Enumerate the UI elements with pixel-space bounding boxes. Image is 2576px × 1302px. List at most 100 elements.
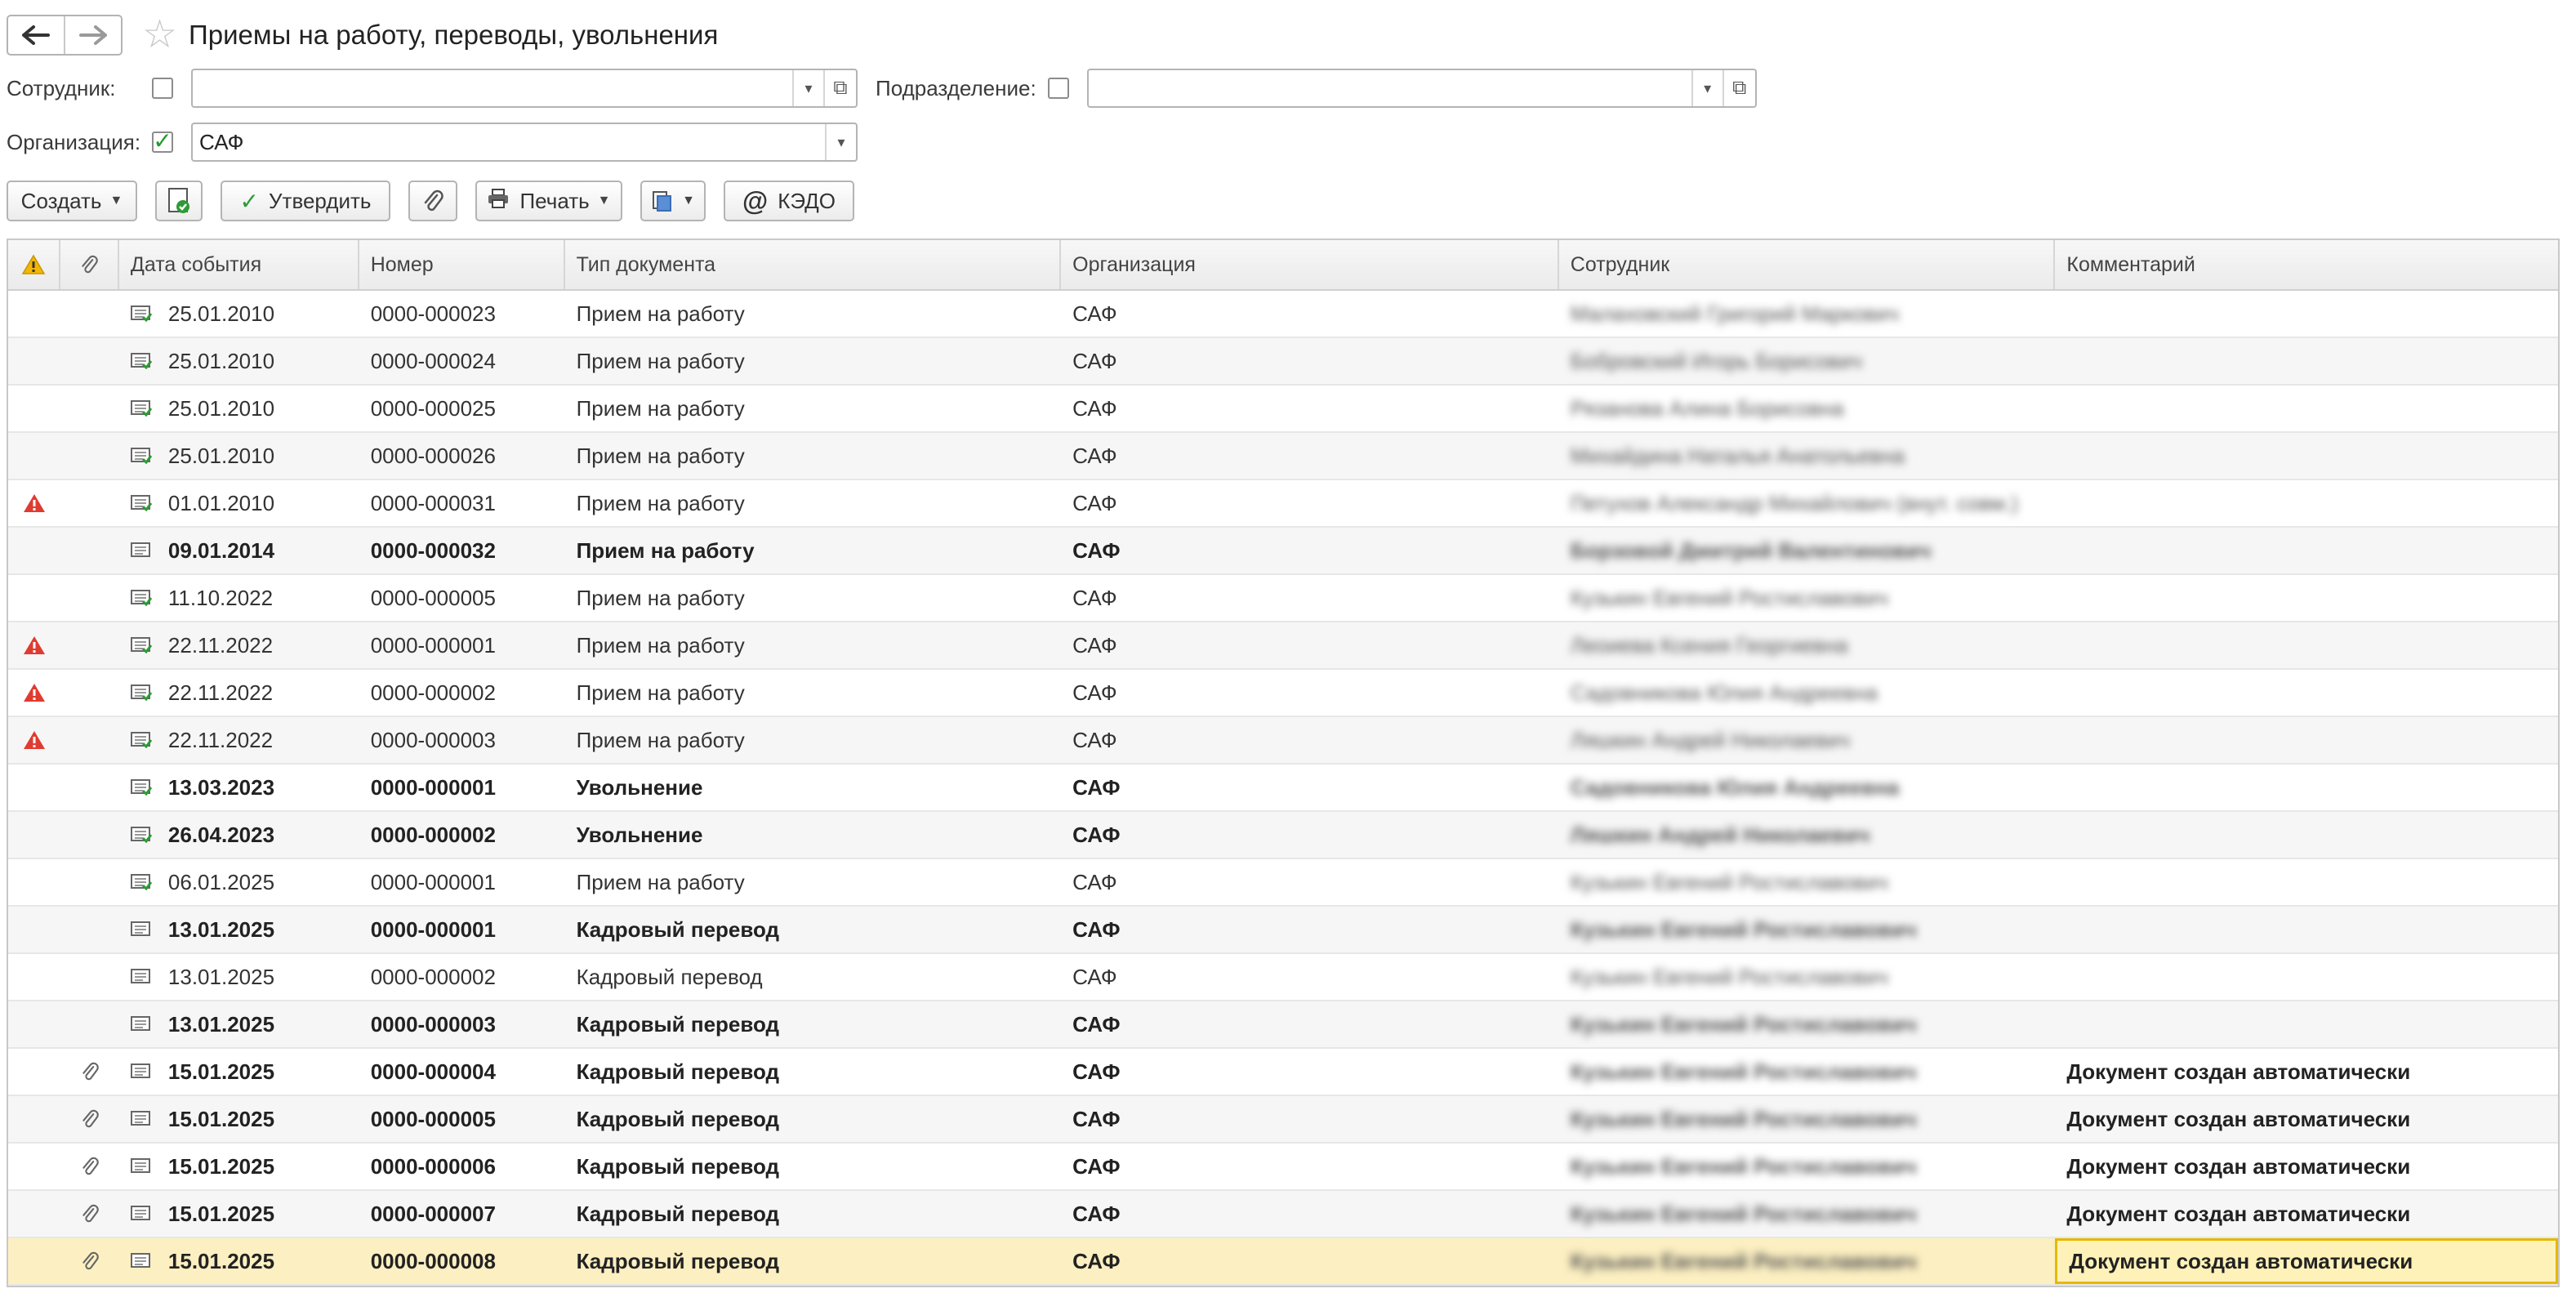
- department-checkbox[interactable]: [1047, 78, 1069, 99]
- forward-button[interactable]: [65, 16, 121, 54]
- organization-field[interactable]: САФ ▾: [191, 123, 858, 162]
- table-row[interactable]: 06.01.2025 0000-000001 Прием на работу САФ К…: [8, 859, 2558, 907]
- table-row[interactable]: 01.01.2010 0000-000031 Прием на работу САФ П…: [8, 480, 2558, 528]
- table-row[interactable]: 15.01.2025 0000-000006 Кадровый перевод САФ…: [8, 1144, 2558, 1191]
- warning-cell: [8, 433, 60, 479]
- kedo-button-label: КЭДО: [778, 188, 836, 213]
- employee-cell: Рязанова Алина Борисовна: [1559, 386, 2056, 431]
- table-row[interactable]: 22.11.2022 0000-000001 Прием на работу САФ Л…: [8, 622, 2558, 670]
- attachment-column-header[interactable]: [60, 240, 119, 289]
- table-row[interactable]: 22.11.2022 0000-000002 Прием на работу САФ С…: [8, 670, 2558, 717]
- employee-cell: Ляшкин Андрей Николаевич: [1559, 717, 2056, 763]
- number-cell: 0000-000001: [370, 916, 496, 942]
- paperclip-icon: [424, 190, 443, 212]
- organization-cell: САФ: [1072, 585, 1117, 610]
- filter-row-organization: Организация: САФ ▾: [7, 123, 858, 162]
- column-header-date[interactable]: Дата события: [119, 240, 359, 289]
- date-cell: 09.01.2014: [119, 528, 359, 573]
- table-row[interactable]: 15.01.2025 0000-000004 Кадровый перевод САФ…: [8, 1049, 2558, 1096]
- doc-type-cell: Прием на работу: [576, 869, 745, 894]
- date-text: 15.01.2025: [167, 1201, 275, 1226]
- table-row[interactable]: 25.01.2010 0000-000026 Прием на работу САФ М…: [8, 433, 2558, 480]
- create-button-label: Создать: [20, 188, 102, 213]
- number-cell: 0000-000007: [370, 1201, 496, 1226]
- table-row[interactable]: 13.01.2025 0000-000003 Кадровый перевод САФ…: [8, 1001, 2558, 1049]
- table-body: 25.01.2010 0000-000023 Прием на работу САФ М…: [8, 291, 2558, 1286]
- attach-button[interactable]: [408, 181, 457, 221]
- warning-column-header[interactable]: [8, 240, 60, 289]
- organization-value[interactable]: САФ: [193, 124, 825, 160]
- post-button[interactable]: [155, 181, 203, 221]
- approve-button[interactable]: ✓ Утвердить: [221, 181, 390, 221]
- checkmark-icon: ✓: [239, 188, 260, 214]
- number-cell: 0000-000004: [370, 1059, 496, 1084]
- kedo-button[interactable]: @ КЭДО: [724, 181, 854, 221]
- print-button[interactable]: Печать ▼: [475, 181, 622, 221]
- department-value[interactable]: [1089, 70, 1691, 106]
- table-row[interactable]: 26.04.2023 0000-000002 Увольнение САФ Ляшкин…: [8, 812, 2558, 859]
- chevron-down-icon[interactable]: ▾: [825, 124, 856, 160]
- table-row[interactable]: 25.01.2010 0000-000025 Прием на работу САФ Р…: [8, 386, 2558, 433]
- document-icon: [130, 1016, 150, 1031]
- warning-cell: [8, 1001, 60, 1047]
- date-text: 25.01.2010: [167, 443, 275, 468]
- date-cell: 25.01.2010: [119, 433, 359, 479]
- table-row[interactable]: 25.01.2010 0000-000024 Прием на работу САФ Б…: [8, 338, 2558, 386]
- employee-cell: Кузькин Евгений Ростиславович: [1559, 1191, 2056, 1237]
- organization-cell: САФ: [1072, 1201, 1121, 1226]
- chevron-down-icon[interactable]: ▾: [1691, 70, 1723, 106]
- employee-name-redacted: Рязанова Алина Борисовна: [1570, 395, 1844, 421]
- related-documents-button[interactable]: ▼: [640, 181, 706, 221]
- organization-cell: САФ: [1072, 680, 1117, 705]
- warning-cell: [8, 528, 60, 573]
- number-cell: 0000-000002: [370, 964, 496, 989]
- error-warning-icon: [23, 684, 45, 702]
- employee-field[interactable]: ▾ ⧉: [191, 69, 858, 108]
- back-button[interactable]: [8, 16, 65, 54]
- employee-name-redacted: Ляшкин Андрей Николаевич: [1570, 822, 1870, 847]
- documents-table[interactable]: Дата события Номер Тип документа Организ…: [7, 239, 2560, 1287]
- doc-type-cell: Прием на работу: [576, 395, 745, 421]
- department-field[interactable]: ▾ ⧉: [1086, 69, 1757, 108]
- warning-cell: [8, 954, 60, 1000]
- comment-cell: [2055, 338, 2558, 384]
- table-row[interactable]: 13.01.2025 0000-000002 Кадровый перевод САФ…: [8, 954, 2558, 1001]
- chevron-down-icon[interactable]: ▾: [792, 70, 823, 106]
- number-cell: 0000-000005: [370, 585, 496, 610]
- warning-cell: [8, 338, 60, 384]
- doc-type-cell: Прием на работу: [576, 727, 745, 752]
- open-icon[interactable]: ⧉: [1722, 70, 1755, 106]
- doc-type-cell: Прием на работу: [576, 537, 755, 563]
- table-row[interactable]: 25.01.2010 0000-000023 Прием на работу САФ М…: [8, 291, 2558, 338]
- favorite-star-icon[interactable]: ☆: [142, 16, 177, 55]
- attachment-cell: [60, 575, 119, 621]
- table-row[interactable]: 22.11.2022 0000-000003 Прием на работу САФ Л…: [8, 717, 2558, 765]
- column-header-doc-type[interactable]: Тип документа: [565, 240, 1062, 289]
- warning-cell: [8, 717, 60, 763]
- table-row[interactable]: 15.01.2025 0000-000007 Кадровый перевод САФ…: [8, 1191, 2558, 1238]
- table-row[interactable]: 09.01.2014 0000-000032 Прием на работу САФ Б…: [8, 528, 2558, 575]
- employee-value[interactable]: [193, 70, 792, 106]
- comment-cell: Документ создан автоматически: [2066, 1153, 2411, 1179]
- column-header-number[interactable]: Номер: [359, 240, 565, 289]
- date-text: 15.01.2025: [167, 1106, 275, 1131]
- attachment-cell: [60, 291, 119, 337]
- column-header-comment[interactable]: Комментарий: [2055, 240, 2558, 289]
- doc-type-cell: Прием на работу: [576, 632, 745, 658]
- column-header-employee[interactable]: Сотрудник: [1559, 240, 2056, 289]
- table-row[interactable]: 13.01.2025 0000-000001 Кадровый перевод САФ…: [8, 907, 2558, 954]
- employee-checkbox[interactable]: [152, 78, 173, 99]
- number-cell: 0000-000025: [370, 395, 496, 421]
- column-header-organization[interactable]: Организация: [1061, 240, 1559, 289]
- number-cell: 0000-000005: [370, 1106, 496, 1131]
- employee-cell: Малаховский Григорий Маркович: [1559, 291, 2056, 337]
- table-row[interactable]: 11.10.2022 0000-000005 Прием на работу САФ К…: [8, 575, 2558, 622]
- table-row[interactable]: 15.01.2025 0000-000008 Кадровый перевод САФ…: [8, 1238, 2558, 1286]
- create-button[interactable]: Создать ▼: [7, 181, 137, 221]
- table-row[interactable]: 15.01.2025 0000-000005 Кадровый перевод САФ…: [8, 1096, 2558, 1144]
- table-row[interactable]: 13.03.2023 0000-000001 Увольнение САФ Садовн…: [8, 765, 2558, 812]
- open-icon[interactable]: ⧉: [823, 70, 856, 106]
- organization-checkbox[interactable]: [152, 132, 173, 153]
- posted-document-icon: [130, 400, 152, 417]
- employee-cell: Кузькин Евгений Ростиславович: [1559, 954, 2056, 1000]
